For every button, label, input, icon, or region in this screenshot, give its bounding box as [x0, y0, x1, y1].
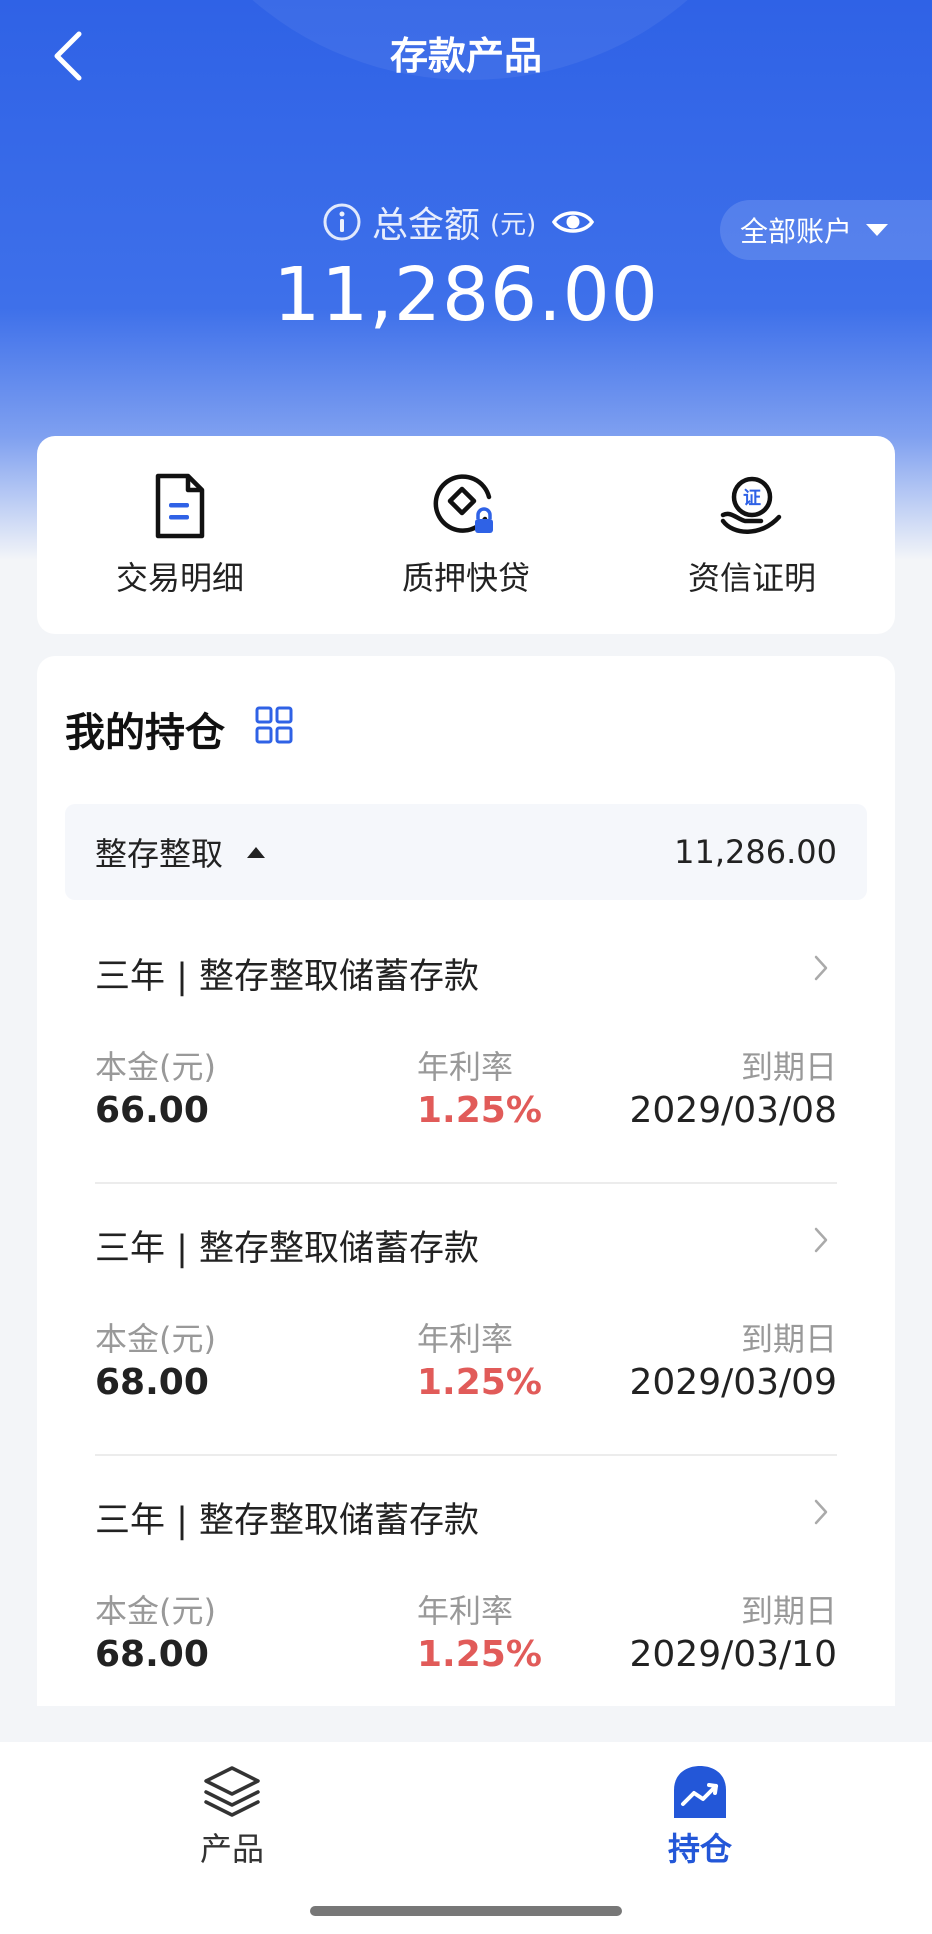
chevron-right-icon [814, 955, 828, 981]
home-indicator[interactable] [310, 1906, 622, 1916]
holding-name: 三年 | 整存整取储蓄存款 [95, 1229, 480, 1269]
rate-label: 年利率 [417, 1592, 514, 1630]
tab-holdings[interactable]: 持仓 [620, 1764, 780, 1870]
layers-icon [204, 1766, 260, 1817]
account-selector[interactable]: 全部账户 [720, 200, 932, 260]
quick-actions-card: 交易明细 质押快贷 证 资信证明 [37, 436, 895, 634]
principal-value: 66.00 [95, 1090, 209, 1131]
account-selector-label: 全部账户 [740, 215, 853, 248]
holding-item[interactable]: 三年 | 整存整取储蓄存款 本金(元) 年利率 到期日 68.00 1.25% … [95, 1486, 837, 1706]
holding-name: 三年 | 整存整取储蓄存款 [95, 1501, 480, 1541]
maturity-label: 到期日 [740, 1048, 837, 1086]
quick-action-label: 交易明细 [115, 559, 244, 597]
credit-certificate-icon: 证 [720, 476, 782, 534]
toggle-visibility-button[interactable] [552, 207, 595, 237]
holdings-chart-icon [674, 1766, 726, 1818]
holding-item[interactable]: 三年 | 整存整取储蓄存款 本金(元) 年利率 到期日 68.00 1.25% … [95, 1214, 837, 1486]
page-title: 存款产品 [389, 34, 542, 78]
chevron-right-icon [814, 1499, 828, 1525]
quick-action-label: 质押快贷 [401, 559, 530, 597]
section-title: 我的持仓 [65, 710, 225, 756]
divider [95, 1182, 837, 1184]
tab-label: 产品 [199, 1830, 264, 1868]
total-amount-label: 总金额 [372, 205, 481, 246]
principal-value: 68.00 [95, 1362, 209, 1403]
caret-up-icon [247, 846, 266, 858]
rate-value: 1.25% [417, 1090, 542, 1131]
rate-value: 1.25% [417, 1362, 542, 1403]
principal-label: 本金(元) [95, 1320, 216, 1358]
quick-action-pledge-loan[interactable]: 质押快贷 [346, 471, 586, 599]
chevron-right-icon [814, 1227, 828, 1253]
eye-icon [552, 211, 595, 233]
info-icon[interactable] [322, 202, 362, 242]
tab-label: 持仓 [667, 1830, 732, 1868]
maturity-value: 2029/03/08 [629, 1090, 838, 1131]
divider [95, 1454, 837, 1456]
quick-action-credit-certificate[interactable]: 证 资信证明 [632, 471, 872, 599]
group-amount: 11,286.00 [674, 833, 837, 871]
tab-products[interactable]: 产品 [152, 1764, 312, 1870]
holdings-card: 我的持仓 整存整取 11,286.00 三年 | 整存整取储蓄存款 本金(元) … [37, 656, 895, 1706]
holding-group-header[interactable]: 整存整取 11,286.00 [65, 804, 867, 900]
maturity-value: 2029/03/10 [629, 1634, 838, 1675]
currency-unit: (元) [490, 209, 537, 240]
maturity-label: 到期日 [740, 1592, 837, 1630]
maturity-value: 2029/03/09 [629, 1362, 838, 1403]
grid-view-button[interactable] [255, 706, 293, 748]
principal-label: 本金(元) [95, 1592, 216, 1630]
grid-icon [255, 706, 293, 744]
caret-down-icon [866, 224, 889, 236]
holding-item[interactable]: 三年 | 整存整取储蓄存款 本金(元) 年利率 到期日 66.00 1.25% … [95, 942, 837, 1214]
group-name: 整存整取 [95, 835, 224, 873]
total-amount-value: 11,286.00 [273, 252, 659, 338]
rate-label: 年利率 [417, 1048, 514, 1086]
rate-label: 年利率 [417, 1320, 514, 1358]
quick-action-label: 资信证明 [687, 559, 816, 597]
principal-value: 68.00 [95, 1634, 209, 1675]
document-icon [155, 473, 205, 539]
quick-action-transaction-details[interactable]: 交易明细 [60, 471, 300, 599]
holding-name: 三年 | 整存整取储蓄存款 [95, 957, 480, 997]
maturity-label: 到期日 [740, 1320, 837, 1358]
rate-value: 1.25% [417, 1634, 542, 1675]
total-amount-label-row: 总金额 (元) [322, 196, 595, 248]
principal-label: 本金(元) [95, 1048, 216, 1086]
pledge-loan-icon [433, 474, 493, 533]
svg-text:证: 证 [743, 488, 761, 509]
